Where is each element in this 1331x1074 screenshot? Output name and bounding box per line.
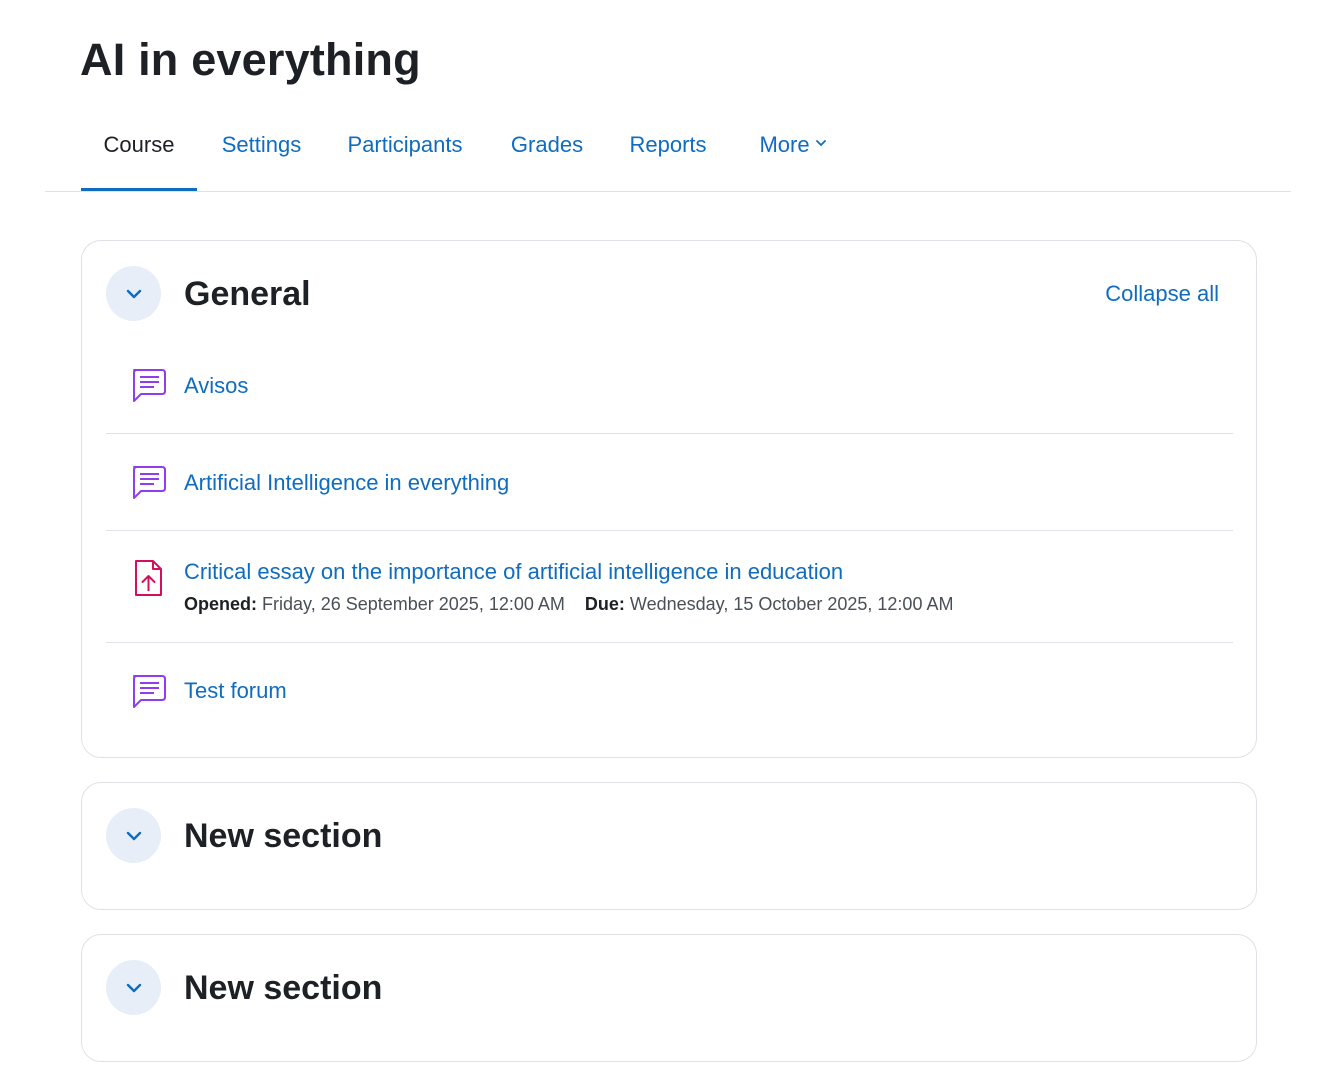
assignment-upload-icon bbox=[135, 560, 162, 596]
section-new-1: New section bbox=[81, 782, 1257, 910]
activity-item: Artificial Intelligence in everything bbox=[106, 434, 1233, 531]
section-collapse-toggle[interactable] bbox=[106, 266, 161, 321]
activity-link-critical-essay[interactable]: Critical essay on the importance of arti… bbox=[184, 559, 843, 585]
tab-reports[interactable]: Reports bbox=[622, 118, 714, 191]
activity-item: Avisos bbox=[106, 341, 1233, 434]
tab-more[interactable]: More bbox=[745, 118, 841, 191]
page-title: AI in everything bbox=[80, 34, 421, 85]
activity-link-test-forum[interactable]: Test forum bbox=[184, 678, 287, 704]
activity-link-ai-in-everything[interactable]: Artificial Intelligence in everything bbox=[184, 470, 509, 496]
forum-icon bbox=[133, 675, 166, 708]
forum-icon bbox=[133, 466, 166, 499]
tab-grades[interactable]: Grades bbox=[504, 118, 590, 191]
section-title: New section bbox=[184, 817, 383, 855]
chevron-down-icon bbox=[126, 831, 141, 840]
chevron-down-icon bbox=[126, 983, 141, 992]
tab-settings[interactable]: Settings bbox=[213, 118, 310, 191]
tab-participants[interactable]: Participants bbox=[341, 118, 469, 191]
section-new-2: New section bbox=[81, 934, 1257, 1062]
section-collapse-toggle[interactable] bbox=[106, 808, 161, 863]
section-collapse-toggle[interactable] bbox=[106, 960, 161, 1015]
activity-item: Critical essay on the importance of arti… bbox=[106, 531, 1233, 643]
section-general: General Collapse all Avisos Artificial I… bbox=[81, 240, 1257, 758]
activity-link-avisos[interactable]: Avisos bbox=[184, 373, 248, 399]
chevron-down-icon bbox=[815, 140, 826, 146]
chevron-down-icon bbox=[126, 289, 141, 298]
section-title: General bbox=[184, 275, 311, 313]
secondary-navigation: Course Settings Participants Grades Repo… bbox=[45, 118, 1291, 192]
forum-icon bbox=[133, 369, 166, 402]
section-title: New section bbox=[184, 969, 383, 1007]
activity-item: Test forum bbox=[106, 643, 1233, 743]
tab-course[interactable]: Course bbox=[81, 118, 197, 191]
collapse-all-link[interactable]: Collapse all bbox=[1105, 281, 1219, 307]
activity-dates: Opened: Friday, 26 September 2025, 12:00… bbox=[184, 594, 954, 614]
